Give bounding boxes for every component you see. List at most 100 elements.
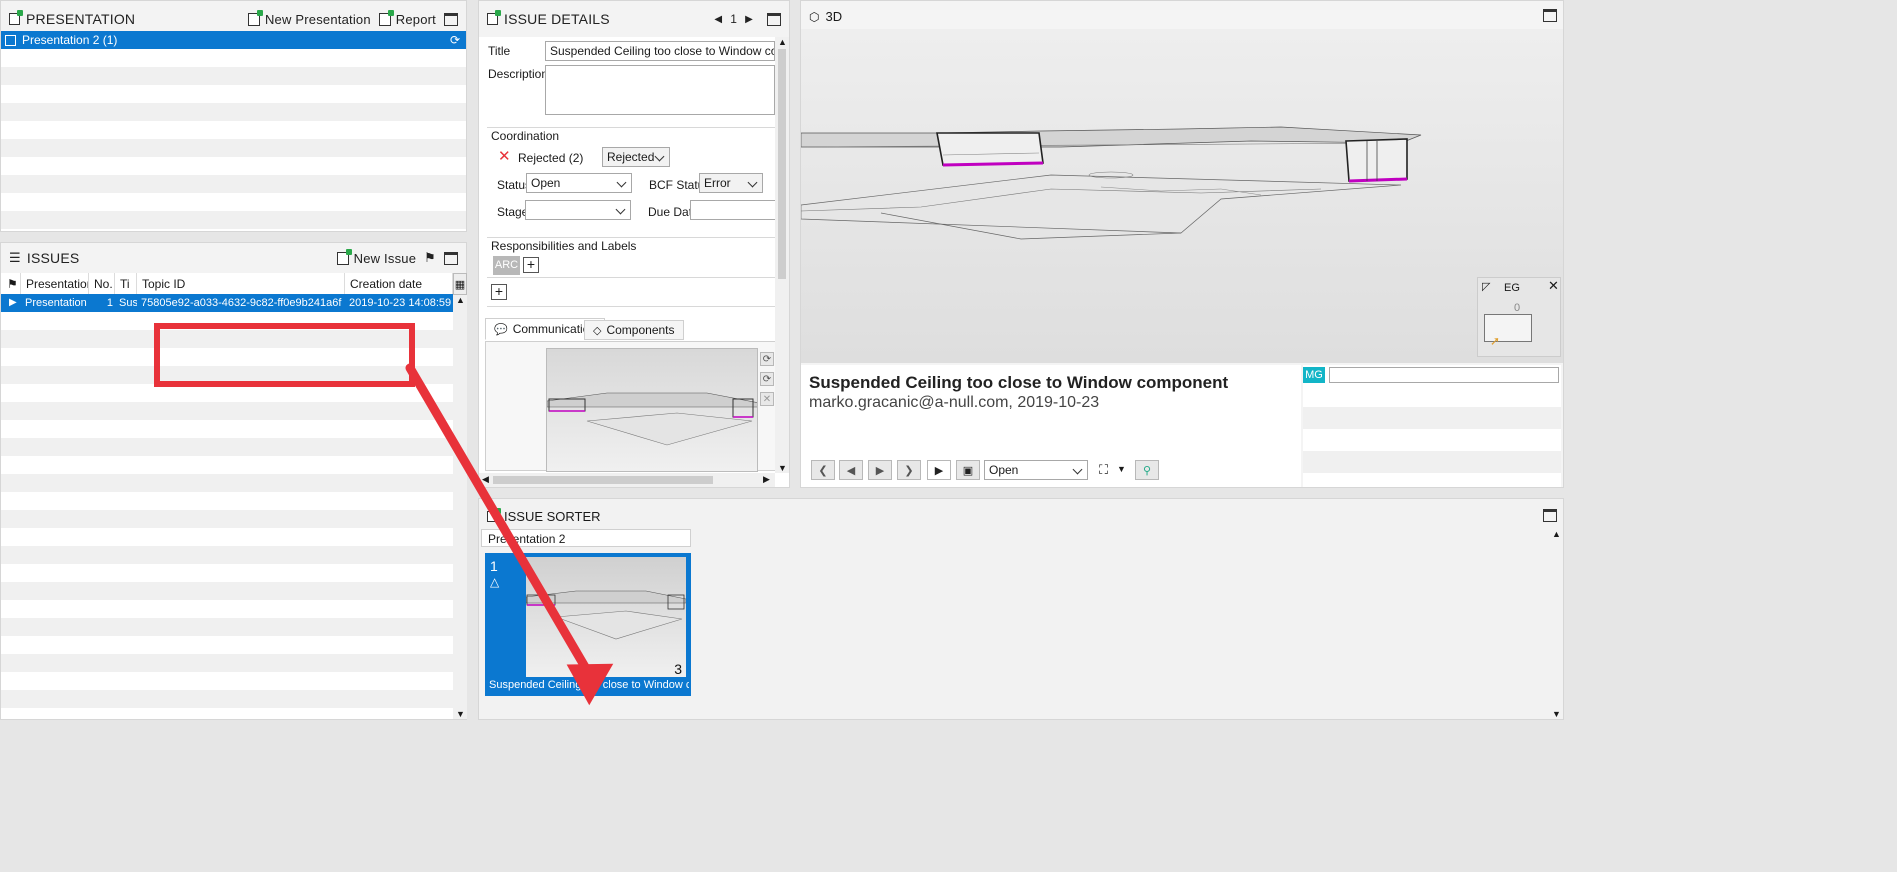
issue-details-panel: ISSUE DETAILS ◀ 1 ▶ Title Suspended Ceil…: [478, 0, 790, 488]
issues-table-empty: [1, 312, 453, 717]
viewpoint-refresh-icon[interactable]: ⟳: [760, 372, 774, 386]
maximize-icon[interactable]: [444, 12, 458, 26]
presentation-mode-button[interactable]: ▣: [956, 460, 980, 480]
scroll-down-icon[interactable]: ▼: [456, 709, 465, 719]
coordination-divider: [487, 127, 775, 128]
viewpoint-dropdown-icon[interactable]: ▼: [1117, 464, 1126, 474]
cell-no: 1: [106, 297, 113, 309]
flag-column-header[interactable]: ⚑: [1, 273, 21, 295]
issue-card-caption: Suspended Ceiling too close to Window co…: [489, 679, 689, 691]
issue-card-number: 1: [490, 558, 498, 574]
previous-issue-button[interactable]: ◀: [839, 460, 863, 480]
issue-card[interactable]: 1 △ 3 Suspended Ceiling too close to Win…: [485, 553, 691, 696]
add-responsibility-button[interactable]: +: [523, 257, 539, 273]
column-header-title[interactable]: Ti: [115, 273, 137, 295]
scroll-down-icon[interactable]: ▼: [778, 463, 787, 473]
new-issue-icon: [336, 248, 352, 265]
issues-scrollbar[interactable]: ▲ ▼: [453, 295, 467, 719]
column-header-creation-date[interactable]: Creation date: [345, 273, 453, 295]
scroll-up-icon[interactable]: ▲: [456, 295, 465, 305]
cell-presentation: Presentation 2: [25, 297, 89, 309]
chat-icon: 💬: [494, 323, 508, 336]
v-scroll-thumb[interactable]: [778, 49, 786, 279]
presentation-list-empty: [1, 49, 466, 229]
add-label-button[interactable]: +: [491, 284, 507, 300]
viewpoint-snapshot[interactable]: [546, 348, 758, 472]
stage-select[interactable]: [525, 200, 631, 220]
new-presentation-button[interactable]: New Presentation: [247, 9, 371, 27]
presentation-list-item[interactable]: Presentation 2 (1) ⟳: [1, 31, 466, 49]
responsibilities-divider: [487, 237, 775, 238]
camera-refresh-icon[interactable]: ⟳: [760, 352, 774, 366]
scroll-left-icon[interactable]: ◀: [482, 474, 489, 485]
comment-input[interactable]: [1329, 367, 1559, 383]
presentation-icon: [9, 10, 23, 25]
next-issue-button[interactable]: ▶: [868, 460, 892, 480]
presentation-panel-title: PRESENTATION: [26, 11, 136, 27]
view3d-header: ⬡ 3D: [809, 9, 842, 24]
flag-icon[interactable]: ⚑: [424, 250, 436, 266]
responsibility-tag[interactable]: ARC: [493, 256, 520, 275]
issue-card-render: [526, 590, 686, 640]
description-field[interactable]: [545, 65, 775, 115]
issue-sorter-title: ISSUE SORTER: [504, 509, 601, 524]
navigator-close-icon[interactable]: ✕: [1548, 278, 1559, 294]
issue-details-titlebar: ISSUE DETAILS ◀ 1 ▶: [479, 1, 789, 37]
maximize-icon[interactable]: [767, 12, 781, 26]
column-chooser-icon[interactable]: ▦: [453, 273, 467, 295]
sorter-scrollbar[interactable]: ▲ ▼: [1549, 529, 1563, 719]
details-h-scrollbar[interactable]: ◀ ▶: [479, 473, 775, 487]
scroll-up-icon[interactable]: ▲: [1552, 529, 1561, 539]
3d-viewport[interactable]: ◸ EG ✕ 0 ➚: [801, 29, 1563, 363]
next-issue-icon[interactable]: ▶: [745, 14, 753, 25]
issue-sorter-panel: ISSUE SORTER Presentation 2 1 △ 3 Suspen…: [478, 498, 1564, 720]
add-viewpoint-icon[interactable]: ⛶: [1099, 462, 1108, 478]
maximize-icon[interactable]: [1543, 9, 1557, 22]
column-header-presentation[interactable]: Presentation: [21, 273, 89, 295]
issue-info-title: Suspended Ceiling too close to Window co…: [809, 373, 1229, 392]
play-button[interactable]: ▶: [927, 460, 951, 480]
user-badge: MG: [1303, 367, 1325, 383]
responsibilities-header: Responsibilities and Labels: [491, 239, 637, 253]
pin-button[interactable]: ⚲: [1135, 460, 1159, 480]
cell-topic-id: 75805e92-a033-4632-9c82-ff0e9b241a6f: [141, 297, 342, 309]
due-date-field[interactable]: [690, 200, 776, 220]
tab-components[interactable]: ◇ Components: [584, 320, 684, 340]
navigator-corner-icon: ◸: [1482, 281, 1491, 293]
table-row[interactable]: ▶ Presentation 2 1 Sus 75805e92-a033-463…: [1, 294, 453, 312]
presentation-panel: PRESENTATION New Presentation Report Pre…: [0, 0, 467, 232]
coordination-header: Coordination: [491, 129, 560, 143]
maximize-icon[interactable]: [1543, 509, 1557, 522]
delete-viewpoint-icon[interactable]: ✕: [760, 392, 774, 406]
scroll-up-icon[interactable]: ▲: [778, 37, 787, 47]
refresh-icon[interactable]: ⟳: [450, 33, 460, 47]
title-label: Title: [488, 44, 511, 58]
first-issue-button[interactable]: ❮: [811, 460, 835, 480]
h-scroll-thumb[interactable]: [493, 476, 713, 484]
bcf-status-select[interactable]: Error: [699, 173, 763, 193]
details-v-scrollbar[interactable]: ▲ ▼: [775, 37, 789, 473]
last-issue-button[interactable]: ❯: [897, 460, 921, 480]
scroll-down-icon[interactable]: ▼: [1552, 709, 1561, 719]
issue-status-select[interactable]: Open: [984, 460, 1088, 480]
issue-details-title: ISSUE DETAILS: [504, 11, 610, 27]
previous-issue-icon[interactable]: ◀: [714, 14, 722, 25]
navigator-level-number: 0: [1514, 302, 1521, 314]
issues-titlebar: ☰ ISSUES New Issue ⚑: [1, 243, 466, 273]
issues-panel: ☰ ISSUES New Issue ⚑ ⚑ Presentation No. …: [0, 242, 467, 720]
issue-card-count: 3: [674, 661, 682, 677]
level-navigator[interactable]: ◸ EG ✕ 0 ➚: [1477, 277, 1561, 357]
comment-list: [1303, 385, 1561, 485]
maximize-icon[interactable]: [444, 251, 458, 265]
report-button[interactable]: Report: [378, 9, 436, 27]
status-select[interactable]: Open: [526, 173, 632, 193]
cell-creation-date: 2019-10-23 14:08:59: [349, 297, 452, 309]
coordination-state: Rejected (2): [518, 151, 584, 165]
issue-sorter-icon: [487, 508, 501, 522]
column-header-topic-id[interactable]: Topic ID: [137, 273, 345, 295]
title-field[interactable]: Suspended Ceiling too close to Window co…: [545, 41, 775, 61]
scroll-right-icon[interactable]: ▶: [763, 474, 770, 485]
column-header-no[interactable]: No.: [89, 273, 115, 295]
new-issue-button[interactable]: New Issue: [336, 248, 417, 266]
coordination-select[interactable]: Rejected: [602, 147, 670, 167]
